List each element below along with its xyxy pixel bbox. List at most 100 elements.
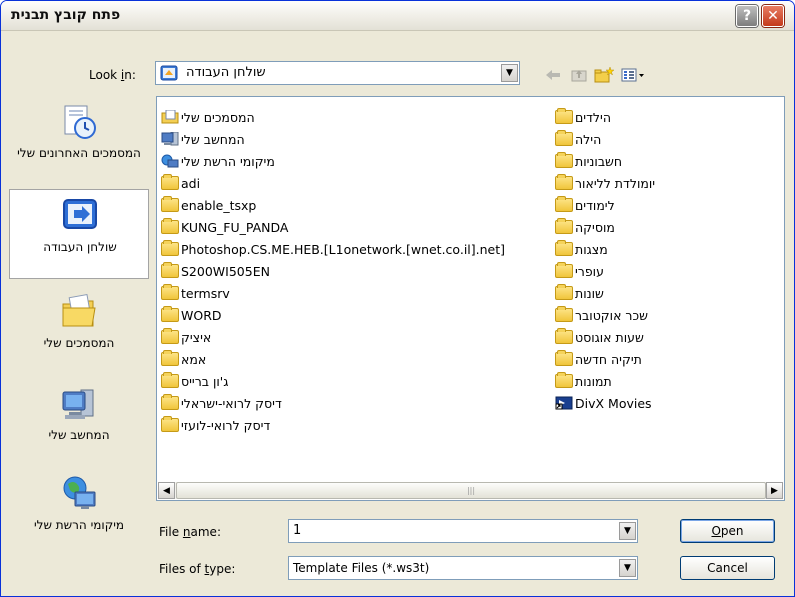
list-item[interactable]: DivX Movies <box>555 392 655 414</box>
list-item-label: תיקיה חדשה <box>575 351 642 367</box>
look-in-label: Look in: <box>89 68 136 82</box>
list-item[interactable]: מוסיקה <box>555 216 655 238</box>
list-item[interactable]: איציק <box>161 326 505 348</box>
list-item-label: ג'ון ברייס <box>181 373 229 389</box>
horizontal-scrollbar[interactable]: ◀ ||| ▶ <box>158 482 783 499</box>
list-item[interactable]: הילה <box>555 128 655 150</box>
folder-icon <box>555 328 573 344</box>
my-computer-icon <box>59 384 99 424</box>
back-arrow-icon[interactable] <box>542 65 564 85</box>
list-item[interactable]: WORD <box>161 304 505 326</box>
chevron-down-icon[interactable]: ▼ <box>619 559 636 577</box>
folder-icon <box>161 196 179 212</box>
chevron-down-icon[interactable]: ▼ <box>619 522 636 540</box>
folder-icon <box>555 174 573 190</box>
folder-icon <box>161 240 179 256</box>
list-item[interactable]: המסמכים שלי <box>161 106 505 128</box>
places-bar: המסמכים האחרונים שלי שולחן העבודה המסמכי… <box>9 96 149 591</box>
desktop-icon <box>160 65 178 81</box>
views-menu-icon[interactable] <box>620 65 648 85</box>
place-label: המחשב שלי <box>48 428 110 442</box>
scroll-right-button[interactable]: ▶ <box>766 482 783 499</box>
folder-icon <box>161 350 179 366</box>
list-item-label: adi <box>181 175 201 191</box>
folder-icon <box>161 416 179 432</box>
place-my-computer[interactable]: המחשב שלי <box>9 378 149 468</box>
list-item[interactable]: שעות אוגוסט <box>555 326 655 348</box>
list-item-label: הילה <box>575 131 602 147</box>
list-item-label: S200WI505EN <box>181 263 270 279</box>
list-item[interactable]: מיקומי הרשת שלי <box>161 150 505 172</box>
open-button[interactable]: Open <box>680 519 775 543</box>
list-item[interactable]: המחשב שלי <box>161 128 505 150</box>
scroll-left-button[interactable]: ◀ <box>158 482 175 499</box>
folder-icon <box>555 196 573 212</box>
desktop-icon <box>60 196 100 236</box>
list-item[interactable]: KUNG_FU_PANDA <box>161 216 505 238</box>
folder-icon <box>555 108 573 124</box>
folder-icon <box>161 218 179 234</box>
list-item-label: מצגות <box>575 241 608 257</box>
folder-icon <box>161 284 179 300</box>
help-button[interactable]: ? <box>736 5 758 27</box>
file-list-column-left: המסמכים שלי המחשב שלי מיקומי הרשת שלי adi en… <box>161 106 505 436</box>
file-list[interactable]: המסמכים שלי המחשב שלי מיקומי הרשת שלי adi en… <box>156 96 785 501</box>
list-item[interactable]: מצגות <box>555 238 655 260</box>
folder-icon <box>555 372 573 388</box>
scroll-thumb[interactable]: ||| <box>176 482 766 499</box>
list-item-label: מוסיקה <box>575 219 615 235</box>
my-documents-icon <box>59 292 99 332</box>
place-label: מיקומי הרשת שלי <box>33 518 125 532</box>
list-item[interactable]: שונות <box>555 282 655 304</box>
folder-icon <box>555 240 573 256</box>
list-item[interactable]: termsrv <box>161 282 505 304</box>
look-in-dropdown[interactable]: שולחן העבודה ▼ <box>155 61 520 85</box>
place-network-places[interactable]: מיקומי הרשת שלי <box>9 468 149 558</box>
title-bar[interactable]: פתח קובץ תבנית ? ✕ <box>1 1 794 31</box>
list-item[interactable]: ג'ון ברייס <box>161 370 505 392</box>
list-item[interactable]: S200WI505EN <box>161 260 505 282</box>
list-item[interactable]: תיקיה חדשה <box>555 348 655 370</box>
list-item[interactable]: חשבוניות <box>555 150 655 172</box>
file-type-value: Template Files (*.ws3t) <box>293 561 430 575</box>
list-item[interactable]: יומולדת לליאור <box>555 172 655 194</box>
up-folder-icon[interactable] <box>568 65 590 85</box>
folder-icon <box>161 372 179 388</box>
list-item[interactable]: Photoshop.CS.ME.HEB.[L1onetwork.[wnet.co… <box>161 238 505 260</box>
list-item[interactable]: אמא <box>161 348 505 370</box>
list-item[interactable]: דיסק לרואי-לועזי <box>161 414 505 436</box>
new-folder-icon[interactable] <box>593 65 615 85</box>
list-item-label: יומולדת לליאור <box>575 175 656 191</box>
list-item-label: Photoshop.CS.ME.HEB.[L1onetwork.[wnet.co… <box>181 241 506 257</box>
folder-icon <box>161 262 179 278</box>
folder-icon <box>555 350 573 366</box>
close-button[interactable]: ✕ <box>762 5 784 27</box>
recent-documents-icon <box>59 102 99 142</box>
chevron-down-icon[interactable]: ▼ <box>501 64 518 82</box>
list-item[interactable]: שכר אוקטובר <box>555 304 655 326</box>
folder-icon <box>555 218 573 234</box>
list-item[interactable]: adi <box>161 172 505 194</box>
file-list-column-right: הילדים הילה חשבוניות יומולדת לליאור לימודים מ… <box>555 106 655 414</box>
file-type-dropdown[interactable]: Template Files (*.ws3t) ▼ <box>288 556 638 580</box>
file-name-input[interactable]: 1 ▼ <box>288 519 638 543</box>
list-item[interactable]: עופרי <box>555 260 655 282</box>
list-item-label: enable_tsxp <box>181 197 257 213</box>
list-item[interactable]: לימודים <box>555 194 655 216</box>
list-item-label: המחשב שלי <box>181 131 245 147</box>
place-label: המסמכים שלי <box>43 336 115 350</box>
place-desktop[interactable]: שולחן העבודה <box>9 189 149 279</box>
cancel-button[interactable]: Cancel <box>680 556 775 580</box>
list-item-label: מיקומי הרשת שלי <box>181 153 275 169</box>
place-my-documents[interactable]: המסמכים שלי <box>9 286 149 376</box>
window-title: פתח קובץ תבנית <box>11 7 121 23</box>
list-item[interactable]: דיסק לרואי-ישראלי <box>161 392 505 414</box>
folder-icon <box>555 306 573 322</box>
place-label: המסמכים האחרונים שלי <box>17 146 141 160</box>
place-recent-documents[interactable]: המסמכים האחרונים שלי <box>9 96 149 186</box>
list-item[interactable]: הילדים <box>555 106 655 128</box>
open-template-dialog: פתח קובץ תבנית ? ✕ Look in: שולחן העבודה… <box>0 0 795 597</box>
list-item[interactable]: enable_tsxp <box>161 194 505 216</box>
list-item[interactable]: תמונות <box>555 370 655 392</box>
list-item-label: דיסק לרואי-לועזי <box>181 417 271 433</box>
